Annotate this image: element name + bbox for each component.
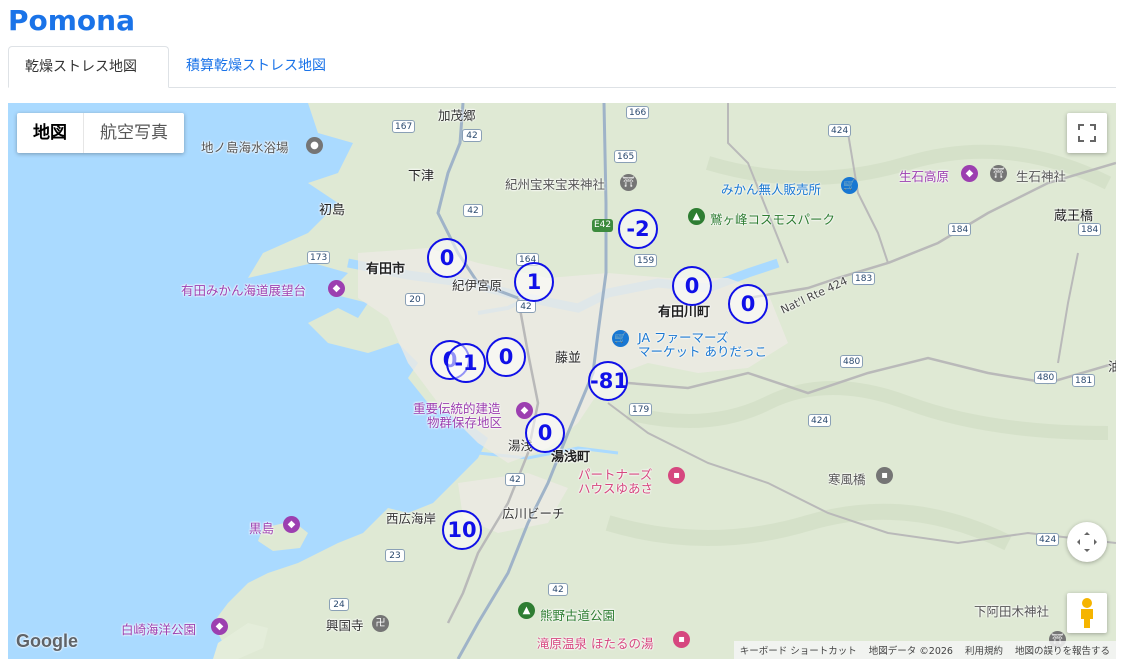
park-icon: ▲: [518, 602, 535, 619]
route-shield: 42: [463, 204, 483, 217]
landmark-icon: ▪: [876, 467, 893, 484]
map-data-text: 地図データ ©2026: [868, 646, 953, 657]
route-shield: 20: [405, 293, 425, 306]
place-label: 物群保存地区: [427, 415, 503, 430]
route-shield: 184: [948, 223, 972, 236]
fullscreen-icon: [1078, 124, 1096, 142]
place-label: 初島: [319, 203, 346, 218]
stress-marker[interactable]: 1: [514, 262, 554, 302]
route-shield: 42: [505, 473, 525, 486]
attraction-icon: ◆: [211, 618, 228, 635]
stress-marker[interactable]: 10: [442, 510, 482, 550]
place-label: 加茂郷: [438, 108, 476, 123]
place-label: 下阿田木神社: [974, 604, 1050, 619]
shop-icon: 🛒: [612, 330, 629, 347]
place-label: 鷲ヶ峰コスモスパーク: [710, 212, 836, 227]
route-shield: 179: [629, 403, 653, 416]
place-label: 熊野古道公園: [540, 608, 616, 623]
place-label: マーケット ありだっこ: [638, 344, 767, 359]
shop-icon: 🛒: [841, 177, 858, 194]
place-label: 有田市: [366, 262, 406, 277]
stress-marker[interactable]: -81: [588, 361, 628, 401]
expressway-shield: E42: [592, 219, 614, 232]
stress-marker[interactable]: 0: [728, 284, 768, 324]
route-shield: 159: [634, 254, 658, 267]
route-shield: 42: [548, 583, 568, 596]
place-label: ハウスゆあさ: [578, 481, 654, 496]
place-label: 蔵王橋: [1054, 209, 1094, 224]
tab-cumulative-drought-stress-map[interactable]: 積算乾燥ストレス地図: [170, 46, 342, 86]
attraction-icon: ◆: [516, 402, 533, 419]
shrine-icon: ⛩: [620, 174, 637, 191]
park-icon: ▲: [688, 208, 705, 225]
place-label: 生石高原: [899, 169, 950, 184]
route-shield: 480: [840, 355, 864, 368]
attraction-icon: ◆: [283, 516, 300, 533]
place-label: 寒風橋: [828, 472, 866, 487]
map-type-satellite-button[interactable]: 航空写真: [84, 113, 184, 153]
route-shield: 42: [462, 129, 482, 142]
attraction-icon: ◆: [328, 280, 345, 297]
google-logo: Google: [16, 631, 78, 651]
stress-marker[interactable]: -2: [618, 209, 658, 249]
route-shield: 183: [852, 272, 876, 285]
map-attribution: キーボード ショートカット 地図データ ©2026 利用規約 地図の誤りを報告す…: [733, 641, 1116, 659]
stress-marker[interactable]: 0: [486, 337, 526, 377]
place-label: 紀州宝来宝来神社: [505, 177, 606, 192]
route-shield: 181: [1072, 374, 1096, 387]
route-shield: 424: [828, 124, 852, 137]
map-type-control: 地図 航空写真: [17, 113, 184, 153]
route-shield: 165: [614, 150, 638, 163]
map-view[interactable]: 167 166 165 164 159 424 424 424 184 184 …: [8, 103, 1116, 659]
place-label: 広川ビーチ: [502, 506, 565, 521]
place-label: 興国寺: [326, 618, 364, 633]
place-label: 西広海岸: [386, 511, 437, 526]
terms-link[interactable]: 利用規約: [959, 643, 1009, 657]
place-label: 滝原温泉 ほたるの湯: [537, 636, 654, 651]
place-label: 下津: [408, 169, 435, 184]
place-label: 有田みかん海道展望台: [181, 283, 307, 298]
app-title: Pomona: [8, 4, 135, 37]
route-shield: 24: [329, 598, 349, 611]
route-shield: 23: [385, 549, 405, 562]
camera-move-icon: [1077, 532, 1097, 552]
route-shield: 480: [1034, 371, 1058, 384]
place-label: 油: [1108, 359, 1116, 374]
tab-drought-stress-map[interactable]: 乾燥ストレス地図: [8, 46, 169, 88]
stress-marker[interactable]: -1: [446, 343, 486, 383]
route-shield: 166: [626, 106, 650, 119]
place-label: 黒島: [249, 521, 275, 536]
place-label: 紀伊宮原: [452, 278, 503, 293]
place-label: 白崎海洋公園: [121, 622, 197, 637]
route-shield: 424: [808, 414, 832, 427]
shrine-icon: ⛩: [990, 165, 1007, 182]
place-label: みかん無人販売所: [721, 182, 822, 197]
camera-control-button[interactable]: [1067, 522, 1107, 562]
keyboard-shortcuts-link[interactable]: キーボード ショートカット: [734, 643, 863, 657]
route-shield: 424: [1036, 533, 1060, 546]
street-view-pegman-button[interactable]: [1067, 593, 1107, 633]
pegman-icon: [1081, 598, 1093, 628]
route-shield: 167: [392, 120, 416, 133]
beach-pin-icon: ●: [306, 137, 323, 154]
route-shield: 184: [1078, 223, 1102, 236]
fullscreen-button[interactable]: [1067, 113, 1107, 153]
stress-marker[interactable]: 0: [525, 413, 565, 453]
hotel-icon: ▪: [673, 631, 690, 648]
place-label: 生石神社: [1016, 169, 1067, 184]
temple-icon: 卍: [372, 615, 389, 632]
map-type-map-button[interactable]: 地図: [17, 113, 84, 153]
place-label: 地ノ島海水浴場: [201, 140, 289, 155]
stress-marker[interactable]: 0: [427, 238, 467, 278]
route-shield: 173: [307, 251, 331, 264]
tab-bar: 乾燥ストレス地図 積算乾燥ストレス地図: [8, 46, 1116, 88]
stress-marker[interactable]: 0: [672, 266, 712, 306]
place-label: 藤並: [555, 351, 582, 366]
report-error-link[interactable]: 地図の誤りを報告する: [1009, 643, 1116, 657]
hotel-icon: ▪: [668, 467, 685, 484]
attraction-icon: ◆: [961, 165, 978, 182]
